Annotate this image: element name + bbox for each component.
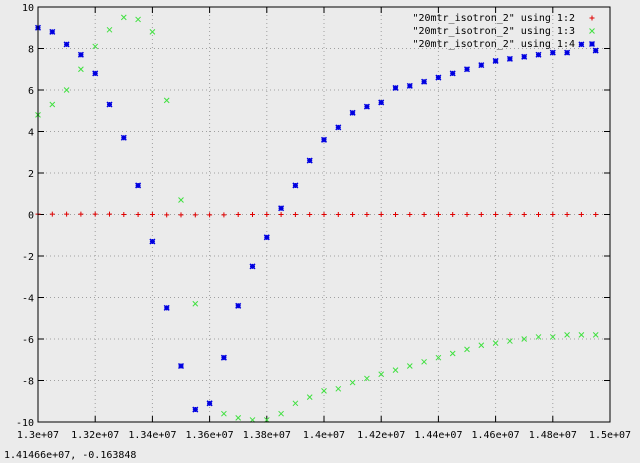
series-3-point	[149, 238, 156, 245]
series-3-point	[349, 109, 356, 116]
series-3-point	[249, 263, 256, 270]
plot-canvas[interactable]: 1.3e+07 1.32e+07 1.34e+07 1.36e+07 1.38e+07 1…	[0, 0, 640, 450]
series-3-point	[263, 234, 270, 241]
coordinate-readout: 1.41466e+07, -0.163848	[4, 450, 137, 461]
series-3-point	[578, 41, 585, 48]
series-3-point	[320, 136, 328, 143]
series-3-point	[63, 41, 70, 48]
y-tick-label: 6	[28, 86, 34, 97]
y-tick-label: 2	[28, 169, 34, 180]
series-3-point	[206, 400, 213, 407]
series-3-point	[163, 304, 170, 311]
x-tick-label: 1.46e+07	[472, 430, 520, 441]
x-tick-label: 1.34e+07	[128, 430, 176, 441]
series-3-point	[278, 205, 285, 212]
series-3-point	[177, 362, 185, 370]
series-3-point	[77, 51, 84, 58]
y-tick-label: 4	[28, 128, 34, 139]
series-3-point	[235, 302, 242, 309]
legend-label-3: "20mtr_isotron_2" using 1:4	[412, 39, 575, 50]
series-3-point	[463, 66, 471, 73]
series-3-point	[120, 134, 127, 141]
series-3-point	[49, 28, 56, 35]
series-3-point	[521, 53, 528, 60]
plot-window: 1.3e+07 1.32e+07 1.34e+07 1.36e+07 1.38e+07 1…	[0, 0, 640, 463]
series-3-point	[192, 406, 199, 413]
series-3-point	[363, 103, 370, 110]
series-3-point	[292, 182, 299, 189]
y-tick-label: -6	[22, 335, 34, 346]
x-tick-label: 1.4e+07	[303, 430, 345, 441]
series-3-point	[549, 49, 556, 56]
y-tick-label: -8	[22, 377, 34, 388]
y-tick-label: 8	[28, 45, 34, 56]
series-3-point	[392, 84, 399, 91]
x-tick-label: 1.32e+07	[71, 430, 119, 441]
series-3-point	[106, 101, 113, 108]
y-tick-label: -2	[22, 252, 34, 263]
y-tick-label: -10	[16, 418, 34, 429]
y-tick-label: -4	[22, 294, 34, 305]
y-tick-label: 0	[28, 211, 34, 222]
series-3-point	[378, 99, 385, 106]
series-3-point	[421, 78, 428, 85]
x-tick-label: 1.42e+07	[357, 430, 405, 441]
series-3-point	[406, 82, 413, 89]
series-3-point	[435, 74, 442, 81]
x-tick-label: 1.36e+07	[186, 430, 234, 441]
x-tick-label: 1.3e+07	[17, 430, 59, 441]
legend-marker-3	[588, 40, 596, 48]
series-3-point	[592, 47, 599, 54]
series-3-point	[135, 182, 142, 189]
series-3-point	[335, 124, 342, 131]
x-tick-label: 1.5e+07	[589, 430, 631, 441]
legend-label-1: "20mtr_isotron_2" using 1:2	[412, 13, 575, 24]
series-3-point	[506, 55, 513, 62]
y-tick-label: 10	[22, 3, 34, 14]
legend-label-2: "20mtr_isotron_2" using 1:3	[412, 26, 575, 37]
series-3-point	[306, 157, 313, 164]
series-3-point	[535, 51, 542, 58]
x-tick-label: 1.38e+07	[243, 430, 291, 441]
series-3-point	[92, 70, 99, 77]
series-3-point	[492, 57, 499, 64]
series-3-point	[564, 49, 571, 56]
x-tick-label: 1.44e+07	[414, 430, 462, 441]
series-3-point	[449, 70, 456, 77]
legend: "20mtr_isotron_2" using 1:2 "20mtr_isotro…	[412, 13, 596, 50]
series-3-point	[478, 62, 485, 69]
series-3-point	[220, 354, 227, 361]
x-tick-label: 1.48e+07	[529, 430, 577, 441]
